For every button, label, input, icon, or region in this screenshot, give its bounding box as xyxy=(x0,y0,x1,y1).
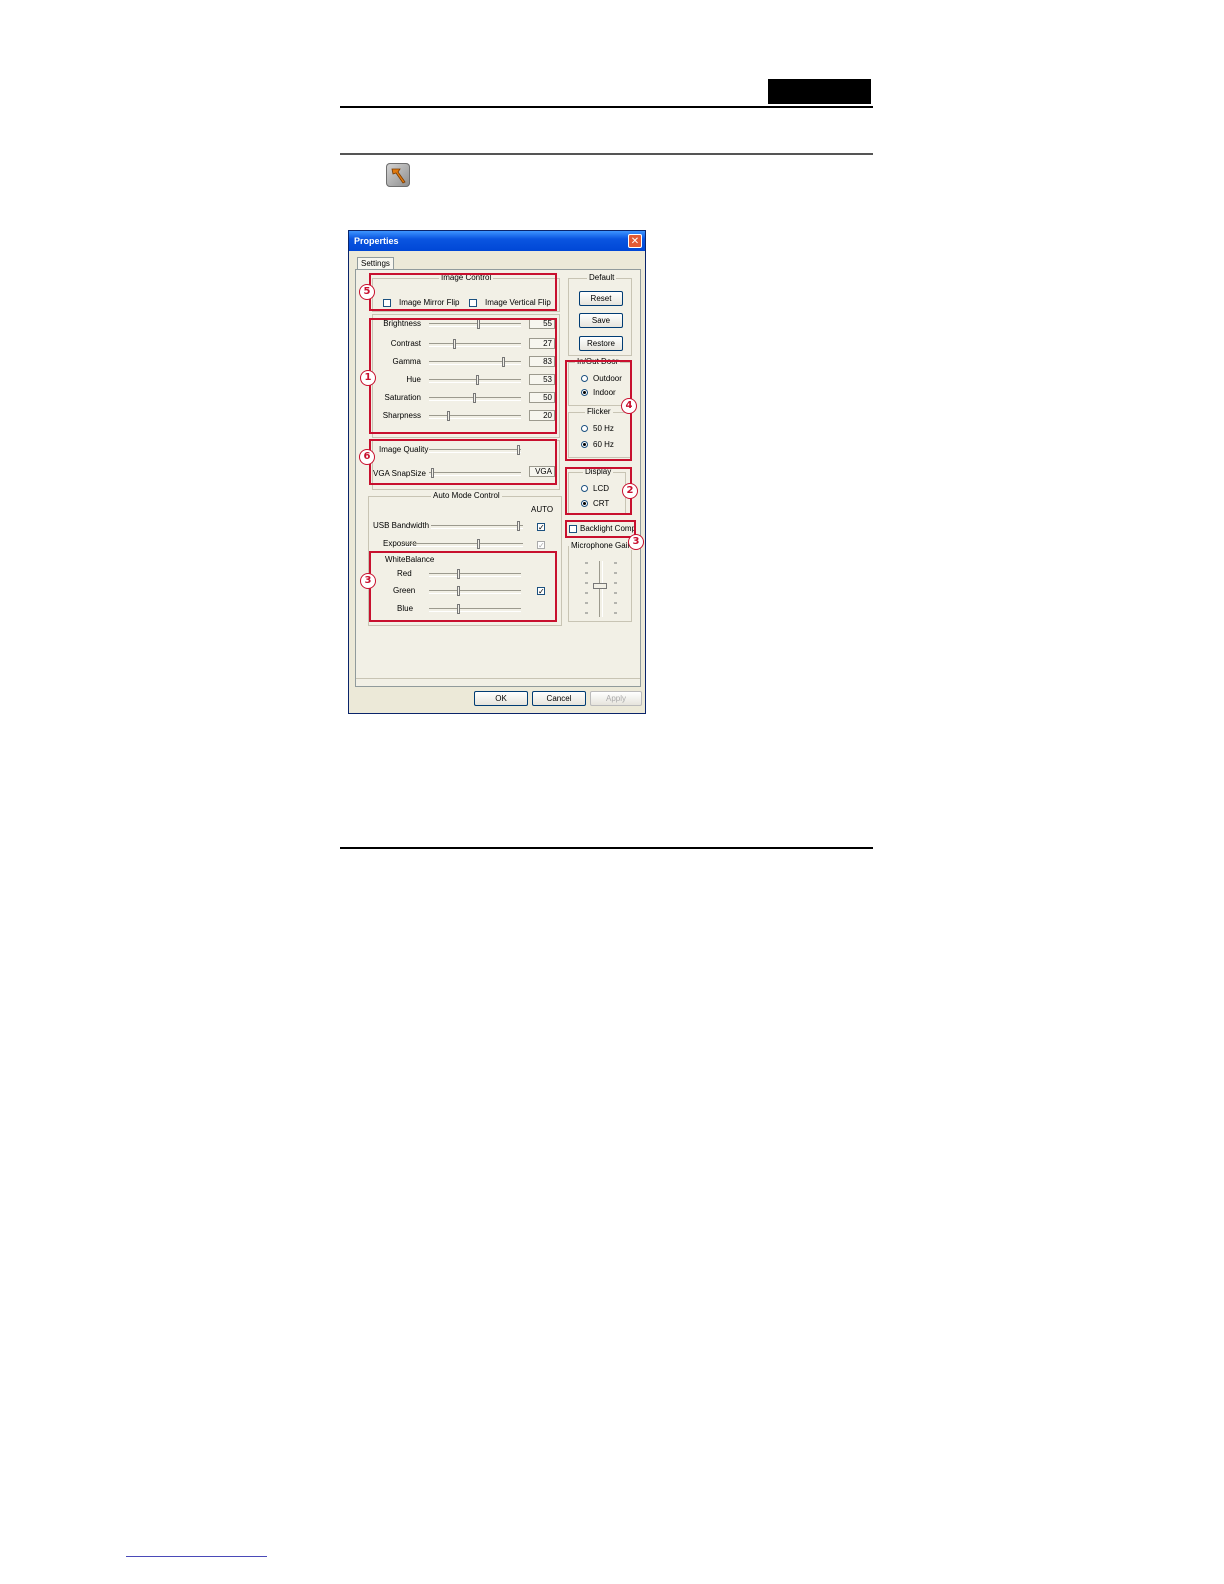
footer-rule xyxy=(340,847,873,849)
usb-bandwidth-thumb[interactable] xyxy=(517,521,520,531)
language-tab xyxy=(768,79,871,104)
usb-bandwidth-auto-checkbox[interactable]: ✓ xyxy=(537,523,545,532)
auto-mode-label: Auto Mode Control xyxy=(431,491,502,500)
callout-2: 2 xyxy=(622,483,638,499)
default-label: Default xyxy=(587,273,617,282)
section-rule xyxy=(340,153,873,155)
save-button[interactable]: Save xyxy=(579,313,623,328)
dialog-title: Properties xyxy=(354,236,399,246)
restore-button[interactable]: Restore xyxy=(579,336,623,351)
callout-6: 6 xyxy=(359,449,375,465)
microphone-gain-group: Microphone Gain xyxy=(568,541,634,622)
pane-bottom-separator xyxy=(356,678,640,679)
microphone-gain-label: Microphone Gain xyxy=(569,541,634,550)
dialog-titlebar: Properties ✕ xyxy=(349,231,645,251)
callout-3-white-balance: 3 xyxy=(360,573,376,589)
annotation-box-image-control xyxy=(369,273,557,311)
properties-tool-icon xyxy=(386,163,410,187)
usb-bandwidth-slider[interactable] xyxy=(431,521,523,531)
annotation-box-backlight xyxy=(565,520,636,538)
annotation-box-white-balance xyxy=(369,551,557,622)
exposure-thumb[interactable] xyxy=(477,539,480,549)
usb-bandwidth-label: USB Bandwidth xyxy=(373,521,430,530)
exposure-auto-checkbox[interactable]: ✓ xyxy=(537,541,545,550)
reset-button[interactable]: Reset xyxy=(579,291,623,306)
callout-1: 1 xyxy=(360,370,376,386)
ok-button[interactable]: OK xyxy=(474,691,528,706)
annotation-box-image-adjust xyxy=(369,318,557,434)
header-rule xyxy=(340,106,873,108)
cancel-button[interactable]: Cancel xyxy=(532,691,586,706)
exposure-slider[interactable] xyxy=(403,539,523,549)
default-group: Default Reset Save Restore xyxy=(568,273,632,356)
apply-button[interactable]: Apply xyxy=(590,691,642,706)
auto-header: AUTO xyxy=(531,505,554,514)
callout-4: 4 xyxy=(621,398,637,414)
callout-3-backlight: 3 xyxy=(628,534,644,550)
close-button[interactable]: ✕ xyxy=(628,234,642,248)
annotation-box-image-quality xyxy=(369,439,557,485)
callout-5: 5 xyxy=(359,284,375,300)
microphone-gain-ticks xyxy=(585,562,617,614)
footer-link-underline xyxy=(126,1556,267,1557)
